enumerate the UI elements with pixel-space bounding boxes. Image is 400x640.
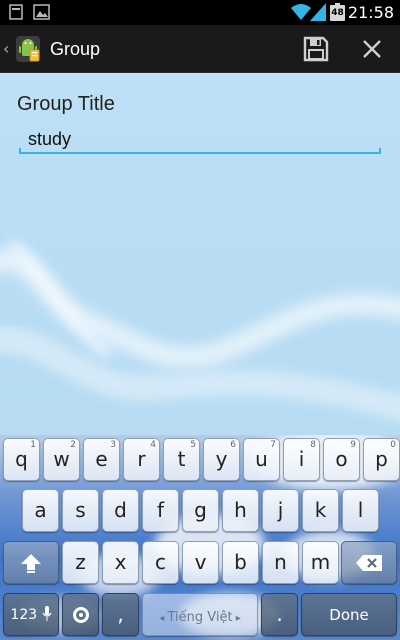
key-r-label: r: [137, 447, 146, 471]
app-icon[interactable]: [14, 34, 42, 64]
group-form: Group Title: [0, 73, 400, 435]
key-u-hint: 7: [270, 440, 276, 450]
key-n[interactable]: n: [262, 541, 299, 584]
page-title: Group: [50, 39, 101, 59]
key-o[interactable]: o9: [323, 438, 360, 481]
space-bar[interactable]: ◂ Tiếng Việt ▸: [142, 593, 258, 636]
key-a[interactable]: a: [22, 489, 59, 532]
notification-icon: [9, 4, 23, 20]
key-p[interactable]: p0: [363, 438, 400, 481]
key-y-label: y: [215, 447, 228, 471]
backspace-icon: [356, 555, 382, 571]
wifi-icon: [291, 4, 311, 20]
space-bar-label: Tiếng Việt: [167, 610, 233, 625]
shift-icon: [21, 554, 41, 573]
close-button[interactable]: [352, 29, 392, 69]
settings-icon: [72, 607, 89, 623]
backspace-key[interactable]: [341, 541, 397, 584]
key-e-hint: 3: [110, 440, 116, 450]
key-e-label: e: [95, 447, 108, 471]
key-r-hint: 4: [150, 440, 156, 450]
input-underline-right: [379, 148, 381, 154]
key-d[interactable]: d: [102, 489, 139, 532]
comma-key[interactable]: ,: [102, 593, 139, 636]
key-q-label: q: [15, 447, 28, 471]
gallery-icon: [33, 4, 50, 20]
key-i[interactable]: i8: [283, 438, 320, 481]
key-y[interactable]: y6: [203, 438, 240, 481]
key-s[interactable]: s: [62, 489, 99, 532]
group-title-label: Group Title: [17, 93, 115, 115]
key-m[interactable]: m: [302, 541, 339, 584]
up-caret-icon[interactable]: ‹: [3, 39, 9, 58]
key-g[interactable]: g: [182, 489, 219, 532]
key-c[interactable]: c: [142, 541, 179, 584]
key-y-hint: 6: [230, 440, 236, 450]
key-x[interactable]: x: [102, 541, 139, 584]
close-icon: [363, 40, 381, 58]
key-u[interactable]: u7: [243, 438, 280, 481]
mic-icon: [42, 606, 52, 621]
symbols-key[interactable]: 123: [3, 593, 59, 636]
key-h[interactable]: h: [222, 489, 259, 532]
key-o-hint: 9: [350, 440, 356, 450]
key-i-label: i: [298, 447, 305, 471]
settings-key[interactable]: [62, 593, 99, 636]
key-p-label: p: [375, 447, 388, 471]
key-f[interactable]: f: [142, 489, 179, 532]
key-t-hint: 5: [190, 440, 196, 450]
key-e[interactable]: e3: [83, 438, 120, 481]
action-bar: ‹ Group: [0, 25, 400, 73]
symbols-key-label: 123: [10, 607, 38, 623]
key-v[interactable]: v: [182, 541, 219, 584]
key-i-hint: 8: [310, 440, 316, 450]
input-underline: [19, 152, 381, 154]
key-j[interactable]: j: [262, 489, 299, 532]
done-key[interactable]: Done: [301, 593, 397, 636]
save-icon: [303, 36, 329, 62]
clock: 21:58: [347, 3, 394, 22]
key-p-hint: 0: [390, 440, 396, 450]
key-q[interactable]: q1: [3, 438, 40, 481]
key-q-hint: 1: [30, 440, 36, 450]
soft-keyboard: q1 w2 e3 r4 t5 y6 u7 i8 o9 p0 a s d f g …: [0, 435, 400, 640]
group-title-input[interactable]: [20, 123, 380, 155]
key-z[interactable]: z: [62, 541, 99, 584]
shift-key[interactable]: [3, 541, 59, 584]
period-key[interactable]: .: [261, 593, 298, 636]
key-l[interactable]: l: [342, 489, 379, 532]
status-bar: 48 21:58: [0, 0, 400, 25]
save-button[interactable]: [296, 29, 336, 69]
key-u-label: u: [255, 447, 268, 471]
key-k[interactable]: k: [302, 489, 339, 532]
key-t[interactable]: t5: [163, 438, 200, 481]
key-w-hint: 2: [70, 440, 76, 450]
key-o-label: o: [335, 447, 348, 471]
key-r[interactable]: r4: [123, 438, 160, 481]
key-t-label: t: [177, 447, 186, 471]
key-w-label: w: [53, 447, 70, 471]
battery-icon: 48: [330, 5, 345, 21]
key-w[interactable]: w2: [43, 438, 80, 481]
signal-icon: [310, 3, 326, 21]
key-b[interactable]: b: [222, 541, 259, 584]
